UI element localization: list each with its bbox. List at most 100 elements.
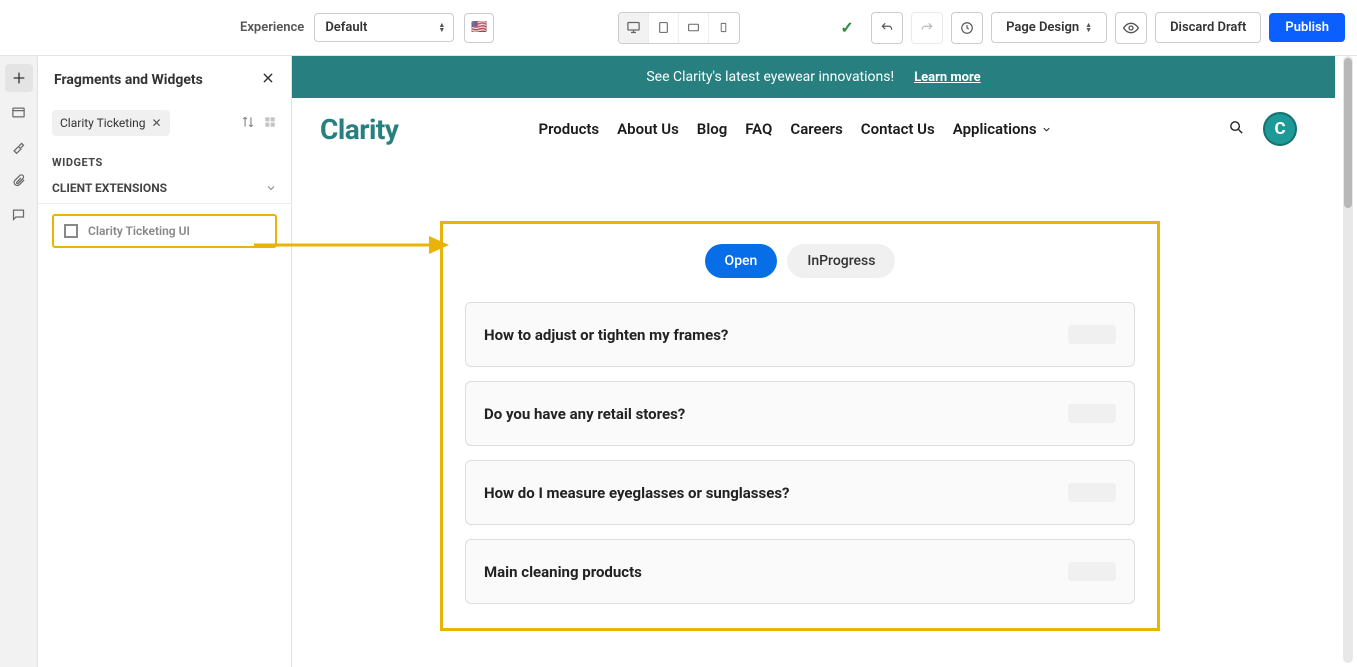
- flag-us-icon: 🇺🇸: [471, 20, 487, 35]
- filter-chip[interactable]: Clarity Ticketing ✕: [52, 110, 170, 136]
- device-tablet-button[interactable]: [649, 13, 679, 43]
- tablet-icon: [657, 20, 670, 35]
- locale-button[interactable]: 🇺🇸: [464, 13, 494, 43]
- nav-faq[interactable]: FAQ: [745, 120, 772, 138]
- site-header-right: C: [1228, 112, 1297, 146]
- widget-item-clarity-ticketing[interactable]: Clarity Ticketing UI: [52, 214, 277, 248]
- nav-applications-label: Applications: [953, 120, 1037, 138]
- brush-icon: [11, 139, 26, 154]
- site-header: Clarity Products About Us Blog FAQ Caree…: [292, 98, 1335, 158]
- filter-chip-label: Clarity Ticketing: [60, 116, 145, 130]
- section-client-extensions[interactable]: CLIENT EXTENSIONS: [38, 173, 291, 204]
- undo-icon: [880, 21, 894, 35]
- eye-icon: [1123, 20, 1139, 36]
- ticket-title: How do I measure eyeglasses or sunglasse…: [484, 484, 790, 502]
- canvas-inner: See Clarity's latest eyewear innovations…: [292, 56, 1335, 667]
- banner-learn-more-link[interactable]: Learn more: [914, 70, 981, 85]
- landscape-icon: [686, 21, 701, 34]
- search-icon: [1228, 119, 1245, 136]
- site-search-button[interactable]: [1228, 119, 1245, 140]
- section-client-extensions-label: CLIENT EXTENSIONS: [52, 181, 167, 195]
- scrollbar-thumb[interactable]: [1344, 58, 1352, 208]
- sidebar-filter-row: Clarity Ticketing ✕: [38, 104, 291, 142]
- device-landscape-button[interactable]: [679, 13, 709, 43]
- device-mobile-button[interactable]: [709, 13, 739, 43]
- banner-text: See Clarity's latest eyewear innovations…: [646, 69, 894, 85]
- toolbar-left-group: Experience Default ▲▼ 🇺🇸: [240, 13, 494, 43]
- experience-value: Default: [325, 20, 367, 35]
- nav-blog[interactable]: Blog: [697, 120, 727, 138]
- redo-icon: [920, 21, 934, 35]
- ticket-row[interactable]: Main cleaning products OPEN: [465, 539, 1135, 604]
- mobile-icon: [718, 20, 729, 35]
- ticket-list: How to adjust or tighten my frames? OPEN…: [443, 302, 1157, 604]
- main-layout: Fragments and Widgets Clarity Ticketing …: [0, 56, 1357, 667]
- widget-item-label: Clarity Ticketing UI: [88, 224, 190, 238]
- rail-browser-button[interactable]: [5, 98, 33, 126]
- nav-about[interactable]: About Us: [617, 120, 679, 138]
- experience-label: Experience: [240, 20, 304, 35]
- discard-draft-button[interactable]: Discard Draft: [1155, 12, 1261, 43]
- select-caret-icon: ▲▼: [438, 23, 445, 33]
- nav-applications[interactable]: Applications: [953, 120, 1052, 138]
- ticket-row[interactable]: Do you have any retail stores? OPEN: [465, 381, 1135, 446]
- vertical-scrollbar[interactable]: [1343, 56, 1353, 663]
- nav-products[interactable]: Products: [538, 120, 599, 138]
- ticket-row[interactable]: How do I measure eyeglasses or sunglasse…: [465, 460, 1135, 525]
- ticket-title: Main cleaning products: [484, 563, 642, 581]
- top-toolbar: Experience Default ▲▼ 🇺🇸 ✓: [0, 0, 1357, 56]
- tab-open[interactable]: Open: [705, 244, 778, 278]
- ticket-status-badge: OPEN: [1068, 483, 1116, 502]
- page-design-select[interactable]: Page Design ▲▼: [991, 12, 1107, 43]
- toolbar-right-group: ✓ Page Design ▲▼ Discard Draft Publish: [831, 12, 1345, 44]
- primary-nav: Products About Us Blog FAQ Careers Conta…: [538, 120, 1051, 138]
- desktop-icon: [626, 20, 641, 35]
- page-design-label: Page Design: [1006, 20, 1079, 35]
- sidebar-title: Fragments and Widgets: [54, 72, 203, 88]
- chevron-down-icon: [265, 182, 277, 194]
- ticket-status-badge: OPEN: [1068, 325, 1116, 344]
- avatar[interactable]: C: [1263, 112, 1297, 146]
- nav-contact[interactable]: Contact Us: [861, 120, 935, 138]
- rail-comments-button[interactable]: [5, 200, 33, 228]
- redo-button[interactable]: [911, 12, 943, 44]
- sort-button[interactable]: [241, 114, 255, 133]
- select-caret-icon: ▲▼: [1085, 23, 1092, 33]
- sidebar-view-toggles: [241, 114, 277, 133]
- status-saved-icon: ✓: [831, 12, 863, 44]
- experience-select[interactable]: Default ▲▼: [314, 13, 454, 42]
- rail-add-button[interactable]: [5, 64, 33, 92]
- undo-button[interactable]: [871, 12, 903, 44]
- ticket-title: Do you have any retail stores?: [484, 405, 685, 423]
- ticket-row[interactable]: How to adjust or tighten my frames? OPEN: [465, 302, 1135, 367]
- sort-icon: [241, 115, 255, 129]
- rail-design-button[interactable]: [5, 132, 33, 160]
- publish-button[interactable]: Publish: [1269, 13, 1345, 42]
- site-logo[interactable]: Clarity: [320, 113, 398, 146]
- nav-careers[interactable]: Careers: [790, 120, 842, 138]
- comment-icon: [11, 207, 26, 222]
- history-button[interactable]: [951, 12, 983, 44]
- sidebar-header: Fragments and Widgets: [38, 56, 291, 104]
- clock-icon: [960, 21, 974, 35]
- page-canvas: See Clarity's latest eyewear innovations…: [292, 56, 1357, 667]
- section-label-widgets: WIDGETS: [38, 142, 291, 173]
- sidebar-close-button[interactable]: [261, 70, 275, 89]
- browser-icon: [11, 105, 26, 120]
- publish-label: Publish: [1285, 20, 1329, 35]
- widget-square-icon: [64, 224, 78, 238]
- chip-remove-icon[interactable]: ✕: [151, 116, 161, 130]
- ticket-status-tabs: Open InProgress: [443, 244, 1157, 278]
- ticket-status-badge: OPEN: [1068, 562, 1116, 581]
- chevron-down-icon: [1041, 124, 1052, 135]
- preview-button[interactable]: [1115, 12, 1147, 44]
- avatar-initial: C: [1274, 119, 1285, 139]
- tab-inprogress[interactable]: InProgress: [787, 244, 895, 278]
- discard-draft-label: Discard Draft: [1170, 20, 1246, 35]
- plus-icon: [11, 70, 27, 86]
- rail-content-button[interactable]: [5, 166, 33, 194]
- device-desktop-button[interactable]: [619, 13, 649, 43]
- ticket-status-badge: OPEN: [1068, 404, 1116, 423]
- grid-view-button[interactable]: [263, 114, 277, 133]
- sidebar-panel: Fragments and Widgets Clarity Ticketing …: [38, 56, 292, 667]
